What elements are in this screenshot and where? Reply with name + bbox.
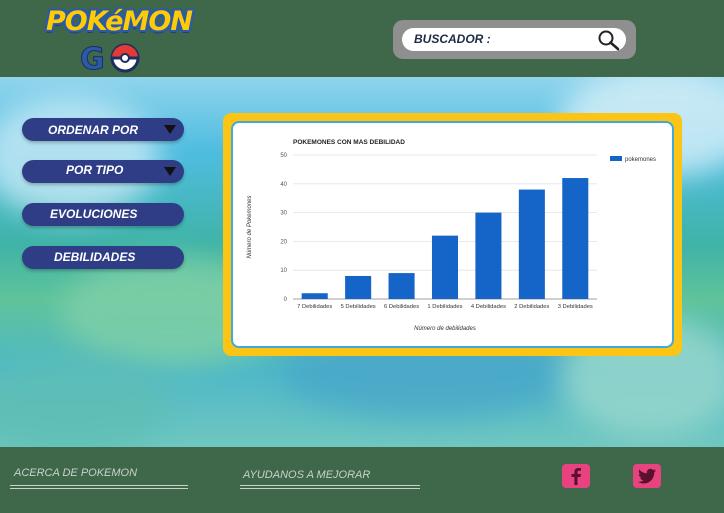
svg-text:G: G [80,42,105,74]
search-icon[interactable] [597,29,621,51]
y-tick-label: 20 [280,239,287,245]
chart-bar [388,273,415,299]
by-type-label: POR TIPO [66,163,124,177]
chart-bar [431,235,459,299]
y-tick-label: 50 [280,153,287,159]
sort-by-label: ORDENAR POR [48,123,139,137]
x-tick-label: 7 Debilidades [297,304,332,310]
pokemon-go-logo[interactable]: POKéMON G [40,4,193,74]
x-tick-label: 1 Debilidades [427,304,462,310]
y-tick-label: 40 [280,182,287,188]
x-tick-label: 5 Debilidades [341,304,376,310]
x-tick-label: 2 Debilidades [514,304,549,310]
chart-bar [475,212,502,299]
evolutions-button[interactable]: EVOLUCIONES [22,203,184,226]
legend-label: pokemones [625,157,656,163]
y-tick-label: 0 [284,297,288,303]
weaknesses-label: DEBILIDADES [54,250,136,264]
search-field[interactable]: BUSCADOR : [402,28,626,51]
footer: ACERCA DE POKEMON AYUDANOS A MEJORAR [0,447,724,513]
search-input[interactable] [498,31,588,48]
logo-wordmark: POKéMON [46,6,193,37]
chart-bar [301,293,328,299]
x-tick-label: 3 Debilidades [558,304,593,310]
pokeball-go-icon: G [80,42,140,74]
background-field [0,357,170,447]
divider [10,485,188,489]
bar-chart: POKEMONES CON MAS DEBILIDAD 0 10 20 30 40 50 7 … [247,139,656,332]
x-tick-label: 6 Debilidades [384,304,419,310]
weaknesses-button[interactable]: DEBILIDADES [22,246,184,269]
chart-card: POKEMONES CON MAS DEBILIDAD 0 10 20 30 40 50 7 … [231,121,674,348]
y-axis-label: Número de Pokemones [247,195,253,258]
facebook-icon[interactable] [562,464,590,488]
twitter-glyph [638,468,656,484]
chevron-down-icon [164,167,176,176]
x-tick-label: 4 Debilidades [471,304,506,310]
facebook-glyph [571,468,581,485]
y-tick-label: 30 [280,211,287,217]
y-tick-label: 10 [280,268,287,274]
x-axis-label: Número de debilidades [414,326,476,332]
chart-bar [345,275,372,299]
sort-by-dropdown[interactable]: ORDENAR POR [22,118,184,141]
chart-bar [518,189,545,299]
search-label: BUSCADOR : [414,32,491,46]
legend-swatch [610,156,622,161]
chart-panel: POKEMONES CON MAS DEBILIDAD 0 10 20 30 40 50 7 … [223,113,682,356]
about-pokemon-link[interactable]: ACERCA DE POKEMON [14,467,137,479]
evolutions-label: EVOLUCIONES [50,207,138,221]
header: POKéMON G BUSCADOR : [0,0,724,77]
chart-bar [562,178,589,299]
search-bar: BUSCADOR : [393,20,636,59]
twitter-icon[interactable] [633,464,661,488]
by-type-dropdown[interactable]: POR TIPO [22,160,184,183]
chart-title: POKEMONES CON MAS DEBILIDAD [293,139,405,146]
chevron-down-icon [164,125,176,134]
background-cloud [0,97,160,217]
divider [240,485,420,489]
help-improve-link[interactable]: AYUDANOS A MEJORAR [243,469,370,481]
